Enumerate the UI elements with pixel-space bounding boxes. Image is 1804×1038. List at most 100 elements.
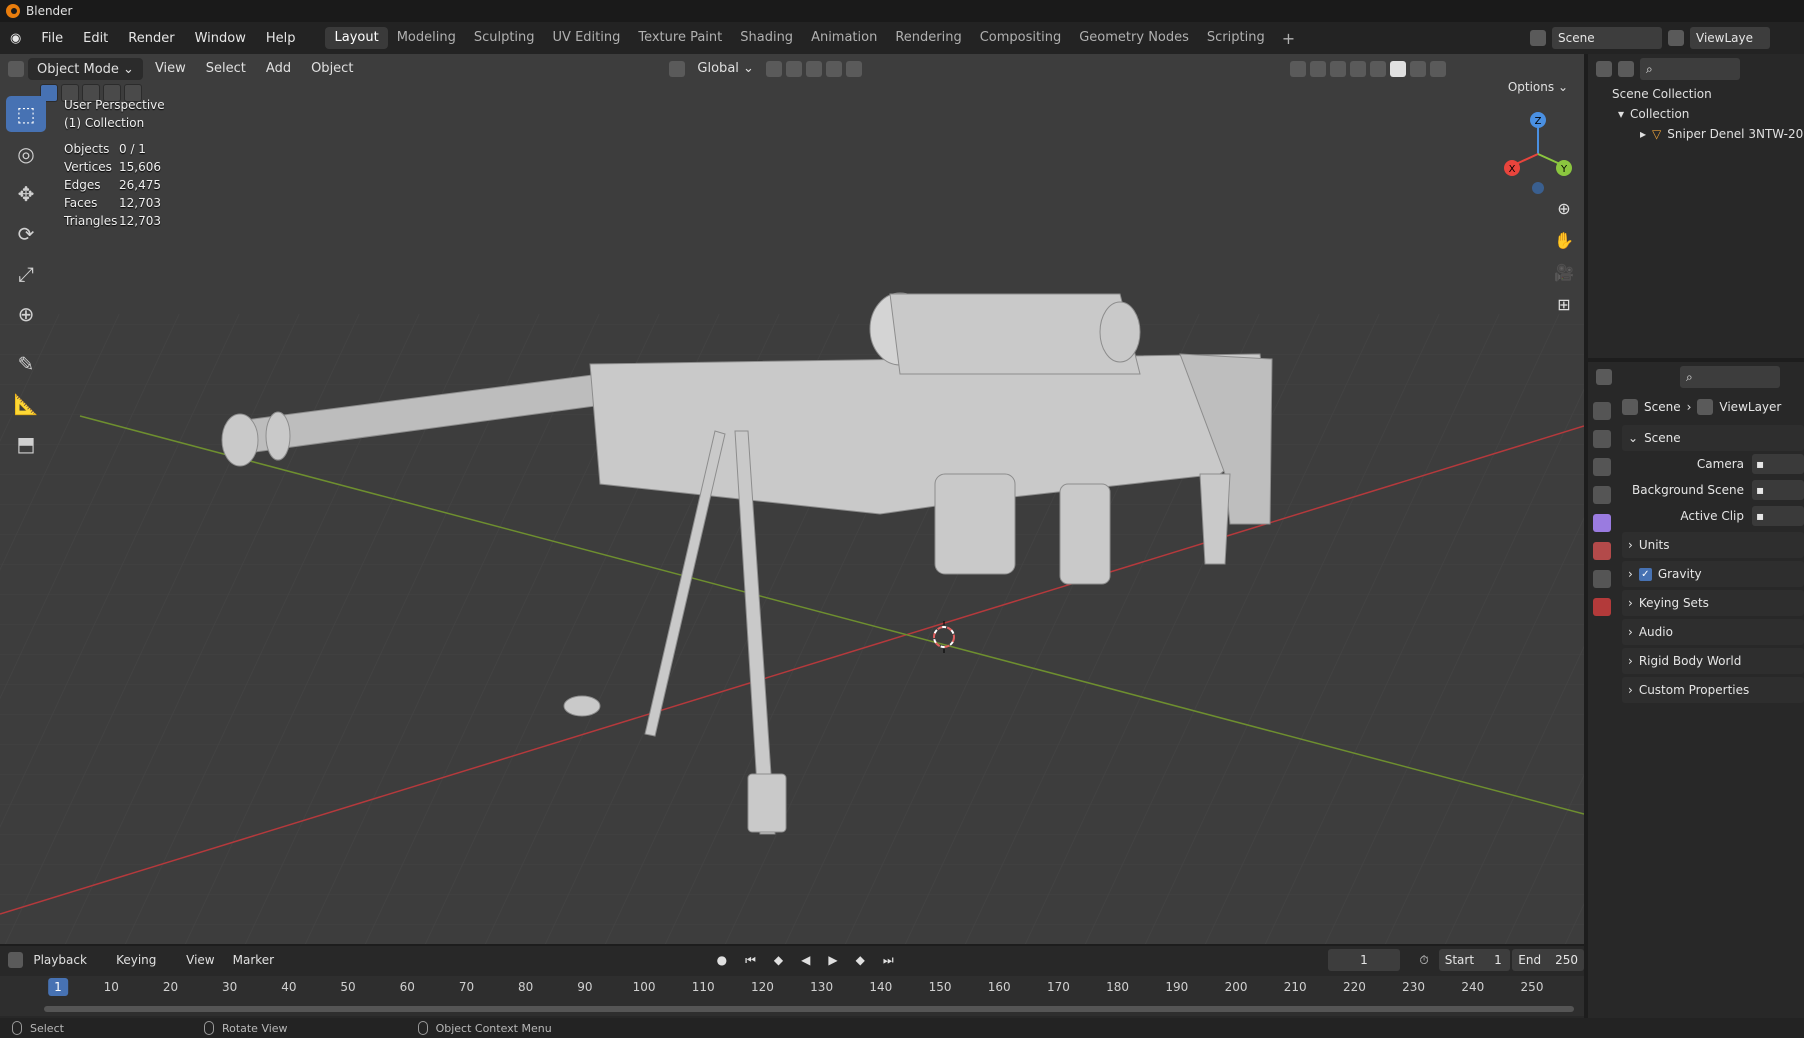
solid-shading-icon[interactable] [1389,61,1406,77]
scene-tab-icon[interactable] [1593,514,1611,532]
editor-type-icon[interactable] [8,61,24,77]
add-cube-tool-icon[interactable]: ⬒ [6,426,46,462]
snap-target-icon[interactable] [805,61,822,77]
menu-marker[interactable]: Marker [225,949,282,971]
orientation-dropdown[interactable]: Global ⌄ [689,58,762,80]
scene-panel-header[interactable]: ⌄ Scene [1622,425,1804,451]
current-frame-field[interactable]: 1 [1328,949,1400,971]
annotate-tool-icon[interactable]: ✎ [6,346,46,382]
visibility-icon[interactable] [1289,61,1306,77]
keying-sets-panel-header[interactable]: › Keying Sets [1622,590,1804,616]
snap-icon[interactable] [785,61,802,77]
play-icon[interactable]: ▶ [820,949,845,971]
end-frame-field[interactable]: End 250 [1512,949,1584,971]
menu-keying[interactable]: Keying ⌄ [108,949,176,989]
outliner-editor-icon[interactable] [1596,61,1612,77]
transform-tool-icon[interactable]: ⊕ [6,296,46,332]
move-tool-icon[interactable]: ✥ [6,176,46,212]
tab-uv-editing[interactable]: UV Editing [544,27,630,49]
navigation-gizmo[interactable]: Z X Y [1498,106,1578,196]
overlay-toggle-icon[interactable] [1329,61,1346,77]
menu-help[interactable]: Help [256,31,306,46]
perspective-toggle-icon[interactable]: ⊞ [1550,290,1578,318]
outliner-object-row[interactable]: ▸ ▽ Sniper Denel 3NTW-20 Lo [1588,124,1804,144]
custom-properties-panel-header[interactable]: › Custom Properties [1622,677,1804,703]
object-expand-icon[interactable]: ▸ [1640,127,1646,141]
view-layer-tab-icon[interactable] [1593,486,1611,504]
menu-edit[interactable]: Edit [73,31,118,46]
add-workspace-button[interactable]: + [1274,29,1303,48]
camera-field[interactable]: ▪ [1752,454,1804,474]
neg-z-axis-handle[interactable] [1532,182,1544,194]
output-tab-icon[interactable] [1593,458,1611,476]
camera-view-icon[interactable]: 🎥 [1550,258,1578,286]
scale-tool-icon[interactable]: ⤢ [6,256,46,292]
tool-tab-icon[interactable] [1593,402,1611,420]
display-mode-icon[interactable] [1618,61,1634,77]
tab-layout[interactable]: Layout [325,27,388,49]
audio-panel-header[interactable]: › Audio [1622,619,1804,645]
render-tab-icon[interactable] [1593,430,1611,448]
tab-animation[interactable]: Animation [802,27,886,49]
tab-sculpting[interactable]: Sculpting [465,27,544,49]
menu-playback[interactable]: Playback ⌄ [25,949,106,989]
auto-key-record-icon[interactable]: ● [709,949,735,971]
gravity-checkbox[interactable]: ✓ [1638,567,1652,581]
outliner-scene-collection[interactable]: Scene Collection [1588,84,1804,104]
object-mode-dropdown[interactable]: Object Mode ⌄ [28,58,143,80]
timeline-ruler[interactable]: 1 10 20 30 40 50 60 70 80 90 100 110 120 130 140 150 160… [0,976,1584,1016]
tab-modeling[interactable]: Modeling [388,27,465,49]
view-layer-icon[interactable] [1668,30,1684,46]
menu-file[interactable]: File [31,31,73,46]
outliner-collection[interactable]: ▾ Collection [1588,104,1804,124]
outliner-search-field[interactable]: ⌕ [1640,58,1740,80]
gravity-panel-header[interactable]: › ✓ Gravity [1622,561,1804,587]
menu-add[interactable]: Add [258,58,299,80]
3d-viewport[interactable]: Object Mode ⌄ View Select Add Object Glo… [0,54,1584,944]
properties-editor-icon[interactable] [1596,369,1612,385]
material-shading-icon[interactable] [1409,61,1426,77]
units-panel-header[interactable]: › Units [1622,532,1804,558]
texture-tab-icon[interactable] [1593,598,1611,616]
menu-select[interactable]: Select [198,58,254,80]
collection-tab-icon[interactable] [1593,570,1611,588]
tab-compositing[interactable]: Compositing [971,27,1071,49]
transform-orientation-icon[interactable] [669,61,686,77]
timeline-scrollbar[interactable] [44,1006,1574,1012]
background-scene-field[interactable]: ▪ [1752,480,1804,500]
proportional-edit-icon[interactable] [825,61,842,77]
clock-icon[interactable]: ⏱ [1411,949,1436,971]
properties-search-field[interactable]: ⌕ [1680,366,1780,388]
falloff-icon[interactable] [845,61,862,77]
measure-tool-icon[interactable]: 📐 [6,386,46,422]
pivot-point-icon[interactable] [765,61,782,77]
tab-geometry-nodes[interactable]: Geometry Nodes [1070,27,1198,49]
tab-texture-paint[interactable]: Texture Paint [629,27,731,49]
jump-keyframe-back-icon[interactable]: ◆ [766,949,791,971]
menu-object[interactable]: Object [303,58,361,80]
rotate-tool-icon[interactable]: ⟳ [6,216,46,252]
current-frame-marker[interactable]: 1 [48,978,68,996]
gizmo-toggle-icon[interactable] [1309,61,1326,77]
jump-end-icon[interactable]: ⏭ [875,949,902,971]
jump-start-icon[interactable]: ⏮ [737,949,764,971]
tab-rendering[interactable]: Rendering [886,27,970,49]
scene-icon[interactable] [1530,30,1546,46]
play-reverse-icon[interactable]: ◀ [793,949,818,971]
options-dropdown[interactable]: Options ⌄ [1500,76,1576,98]
collection-expand-icon[interactable]: ▾ [1618,107,1624,121]
select-box-tool-icon[interactable]: ⬚ [6,96,46,132]
world-tab-icon[interactable] [1593,542,1611,560]
rigid-body-world-panel-header[interactable]: › Rigid Body World [1622,648,1804,674]
pan-hand-icon[interactable]: ✋ [1550,226,1578,254]
cursor-tool-icon[interactable]: ◎ [6,136,46,172]
menu-window[interactable]: Window [185,31,256,46]
scene-field[interactable]: Scene [1552,27,1662,49]
menu-timeline-view[interactable]: View [178,949,222,971]
wireframe-shading-icon[interactable] [1369,61,1386,77]
tab-shading[interactable]: Shading [731,27,802,49]
start-frame-field[interactable]: Start 1 [1438,949,1511,971]
timeline-editor-icon[interactable] [8,952,24,968]
tab-scripting[interactable]: Scripting [1198,27,1274,49]
zoom-icon[interactable]: ⊕ [1550,194,1578,222]
